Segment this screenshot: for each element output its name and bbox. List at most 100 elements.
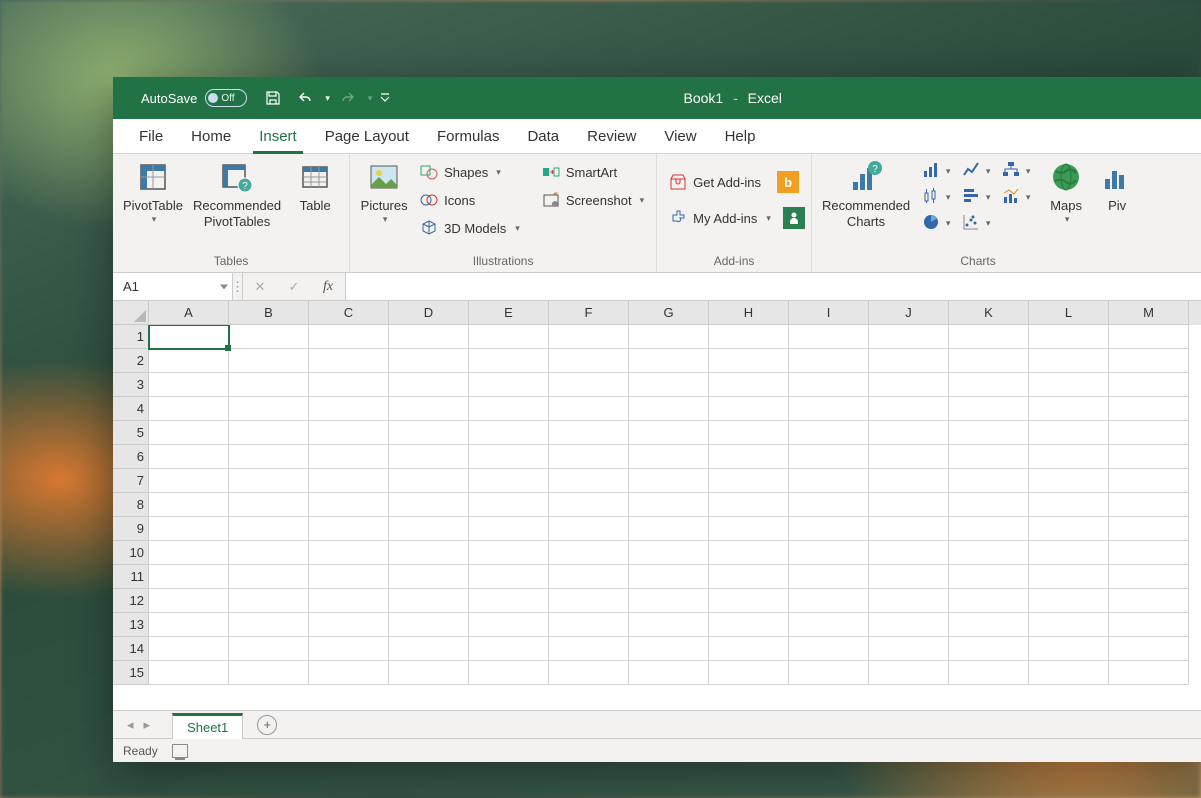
cell[interactable]	[149, 613, 229, 637]
insert-function-button[interactable]: fx	[311, 279, 345, 295]
cell[interactable]	[709, 541, 789, 565]
row-header[interactable]: 6	[113, 445, 149, 469]
cell[interactable]	[549, 325, 629, 349]
cell[interactable]	[549, 469, 629, 493]
cell[interactable]	[469, 517, 549, 541]
col-header[interactable]: I	[789, 301, 869, 325]
my-addins-button[interactable]: My Add-ins ▾	[663, 204, 777, 232]
cell[interactable]	[629, 541, 709, 565]
cell[interactable]	[309, 661, 389, 685]
cell[interactable]	[869, 613, 949, 637]
tab-page-layout[interactable]: Page Layout	[311, 119, 423, 153]
cell[interactable]	[149, 517, 229, 541]
cell[interactable]	[1029, 541, 1109, 565]
col-header[interactable]: F	[549, 301, 629, 325]
cell[interactable]	[469, 589, 549, 613]
save-button[interactable]	[259, 84, 287, 112]
cell[interactable]	[709, 517, 789, 541]
cell[interactable]	[789, 589, 869, 613]
pie-chart-button[interactable]: ▾	[916, 210, 956, 236]
cell[interactable]	[389, 421, 469, 445]
cell[interactable]	[309, 421, 389, 445]
cell[interactable]	[549, 493, 629, 517]
cell[interactable]	[1029, 397, 1109, 421]
customize-qat-button[interactable]	[376, 84, 394, 112]
cell[interactable]	[789, 445, 869, 469]
cell[interactable]	[789, 493, 869, 517]
tab-file[interactable]: File	[125, 119, 177, 153]
cell[interactable]	[229, 493, 309, 517]
cell[interactable]	[389, 517, 469, 541]
cell[interactable]	[149, 589, 229, 613]
cell[interactable]	[149, 637, 229, 661]
cell[interactable]	[869, 445, 949, 469]
cell[interactable]	[549, 373, 629, 397]
cell[interactable]	[949, 397, 1029, 421]
cell[interactable]	[789, 517, 869, 541]
row-header[interactable]: 1	[113, 325, 149, 349]
cell[interactable]	[949, 493, 1029, 517]
cell[interactable]	[629, 445, 709, 469]
shapes-button[interactable]: Shapes ▾	[414, 158, 526, 186]
cell[interactable]	[309, 589, 389, 613]
cell[interactable]	[709, 373, 789, 397]
cell[interactable]	[709, 397, 789, 421]
icons-button[interactable]: Icons	[414, 186, 526, 214]
cell[interactable]	[629, 493, 709, 517]
cell[interactable]	[309, 613, 389, 637]
cell[interactable]	[949, 589, 1029, 613]
combo-chart-button[interactable]: ▾	[996, 184, 1036, 210]
namebox-resize-handle[interactable]: ⋮	[233, 273, 243, 300]
tab-insert[interactable]: Insert	[245, 119, 311, 153]
cell[interactable]	[949, 565, 1029, 589]
cell[interactable]	[309, 325, 389, 349]
formula-bar[interactable]	[346, 273, 1201, 300]
cell[interactable]	[309, 445, 389, 469]
cell[interactable]	[309, 517, 389, 541]
macro-record-icon[interactable]	[172, 744, 188, 758]
cell[interactable]	[1029, 469, 1109, 493]
row-header[interactable]: 2	[113, 349, 149, 373]
line-chart-button[interactable]: ▾	[956, 158, 996, 184]
cell[interactable]	[789, 349, 869, 373]
cell[interactable]	[229, 445, 309, 469]
pivottable-button[interactable]: PivotTable ▾	[119, 158, 187, 226]
cell[interactable]	[1109, 445, 1189, 469]
cell[interactable]	[229, 613, 309, 637]
cell[interactable]	[1029, 325, 1109, 349]
cell[interactable]	[549, 397, 629, 421]
cell[interactable]	[1109, 589, 1189, 613]
cell[interactable]	[949, 445, 1029, 469]
cell[interactable]	[549, 517, 629, 541]
cell[interactable]	[949, 613, 1029, 637]
cell[interactable]	[869, 661, 949, 685]
cell[interactable]	[1109, 469, 1189, 493]
redo-dropdown[interactable]: ▾	[368, 93, 373, 104]
sheet-next-button[interactable]: ▸	[140, 717, 155, 733]
get-addins-button[interactable]: Get Add-ins	[663, 168, 767, 196]
sheet-prev-button[interactable]: ◂	[123, 717, 138, 733]
cell[interactable]	[1029, 613, 1109, 637]
cell[interactable]	[869, 421, 949, 445]
scatter-chart-button[interactable]: ▾	[956, 210, 996, 236]
col-header[interactable]: B	[229, 301, 309, 325]
cell[interactable]	[389, 397, 469, 421]
row-header[interactable]: 14	[113, 637, 149, 661]
cell[interactable]	[549, 541, 629, 565]
row-header[interactable]: 5	[113, 421, 149, 445]
cell[interactable]	[469, 493, 549, 517]
cell[interactable]	[549, 661, 629, 685]
cell[interactable]	[1029, 661, 1109, 685]
row-header[interactable]: 11	[113, 565, 149, 589]
cell[interactable]	[469, 469, 549, 493]
cell[interactable]	[869, 589, 949, 613]
cell[interactable]	[789, 661, 869, 685]
cell[interactable]	[869, 397, 949, 421]
cell[interactable]	[709, 325, 789, 349]
autosave-toggle[interactable]: AutoSave Off	[141, 89, 247, 107]
cell[interactable]	[149, 661, 229, 685]
cell[interactable]	[149, 325, 229, 349]
cell[interactable]	[229, 589, 309, 613]
cell[interactable]	[229, 565, 309, 589]
select-all-corner[interactable]	[113, 301, 149, 325]
